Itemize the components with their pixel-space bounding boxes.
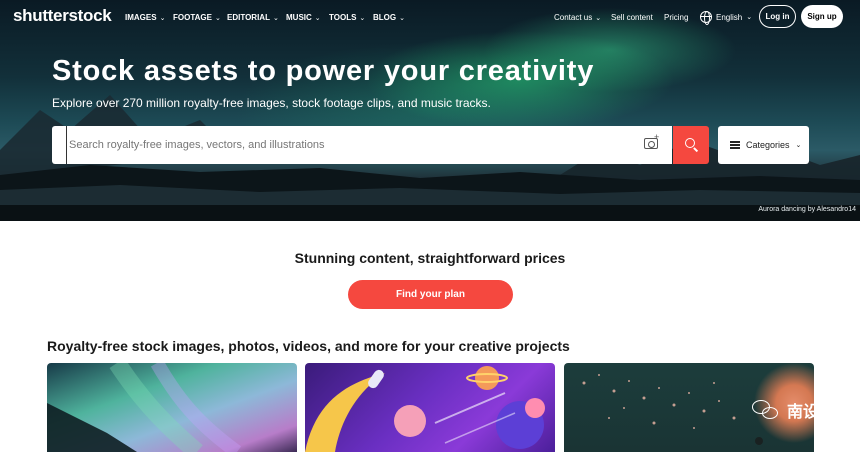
collection-tile-space[interactable] xyxy=(305,363,555,452)
search-input[interactable] xyxy=(66,126,626,164)
login-button[interactable]: Log in xyxy=(759,5,796,28)
categories-dropdown[interactable]: Categories ⌄ xyxy=(718,126,809,164)
camera-search-icon[interactable] xyxy=(644,132,659,149)
nav-images-label: IMAGES xyxy=(125,13,157,22)
language-label: English xyxy=(716,12,743,22)
nav-tools-label: TOOLS xyxy=(329,13,357,22)
search-bar xyxy=(52,126,672,164)
nav-footage[interactable]: FOOTAGE ⌄ xyxy=(173,13,221,22)
hero-subtitle: Explore over 270 million royalty-free im… xyxy=(52,96,491,110)
watermark: 南设 xyxy=(752,398,819,422)
nav-music[interactable]: MUSIC ⌄ xyxy=(286,13,321,22)
pricing-heading: Stunning content, straightforward prices xyxy=(294,250,566,266)
nav-editorial-label: EDITORIAL xyxy=(227,13,270,22)
chevron-down-icon: ⌄ xyxy=(746,14,753,21)
list-icon xyxy=(730,141,740,149)
nav-editorial[interactable]: EDITORIAL ⌄ xyxy=(227,13,279,22)
find-plan-button[interactable]: Find your plan xyxy=(348,280,513,309)
search-button[interactable] xyxy=(673,126,709,164)
collections-heading: Royalty-free stock images, photos, video… xyxy=(47,338,570,354)
pricing-link[interactable]: Pricing xyxy=(664,13,688,22)
nav-music-label: MUSIC xyxy=(286,13,312,22)
chevron-down-icon: ⌄ xyxy=(314,15,321,22)
chevron-down-icon: ⌄ xyxy=(399,15,405,22)
nav-footage-label: FOOTAGE xyxy=(173,13,212,22)
contact-us-link[interactable]: Contact us ⌄ xyxy=(554,13,601,22)
chevron-down-icon: ⌄ xyxy=(159,15,166,22)
chevron-down-icon: ⌄ xyxy=(359,15,366,22)
wechat-icon xyxy=(752,398,782,422)
chevron-down-icon: ⌄ xyxy=(214,15,221,22)
space-illustration xyxy=(305,366,545,452)
globe-icon xyxy=(700,11,712,25)
image-credit[interactable]: Aurora dancing by Alesandro14 xyxy=(758,206,856,213)
search-icon xyxy=(685,138,695,148)
contact-us-label: Contact us xyxy=(554,13,593,22)
watermark-text: 南设 xyxy=(787,404,820,421)
signup-button[interactable]: Sign up xyxy=(801,5,843,28)
hero-title: Stock assets to power your creativity xyxy=(52,55,595,87)
sell-content-link[interactable]: Sell content xyxy=(611,13,653,22)
aurora-photo xyxy=(47,363,242,452)
chevron-down-icon: ⌄ xyxy=(795,142,802,149)
logo[interactable]: shutterstock xyxy=(13,6,112,26)
hero-banner: shutterstock IMAGES ⌄ FOOTAGE ⌄ EDITORIAL ⌄… xyxy=(0,0,860,221)
categories-label: Categories xyxy=(746,140,790,150)
nav-blog[interactable]: BLOG ⌄ xyxy=(373,13,405,22)
nav-images[interactable]: IMAGES ⌄ xyxy=(125,13,165,22)
nav-blog-label: BLOG xyxy=(373,13,397,22)
top-nav: shutterstock IMAGES ⌄ FOOTAGE ⌄ EDITORIAL ⌄… xyxy=(0,0,860,34)
language-selector[interactable]: English ⌄ xyxy=(700,11,753,25)
collection-tile-aurora[interactable] xyxy=(47,363,297,452)
nav-tools[interactable]: TOOLS ⌄ xyxy=(329,13,365,22)
chevron-down-icon: ⌄ xyxy=(595,15,602,22)
chevron-down-icon: ⌄ xyxy=(272,15,279,22)
